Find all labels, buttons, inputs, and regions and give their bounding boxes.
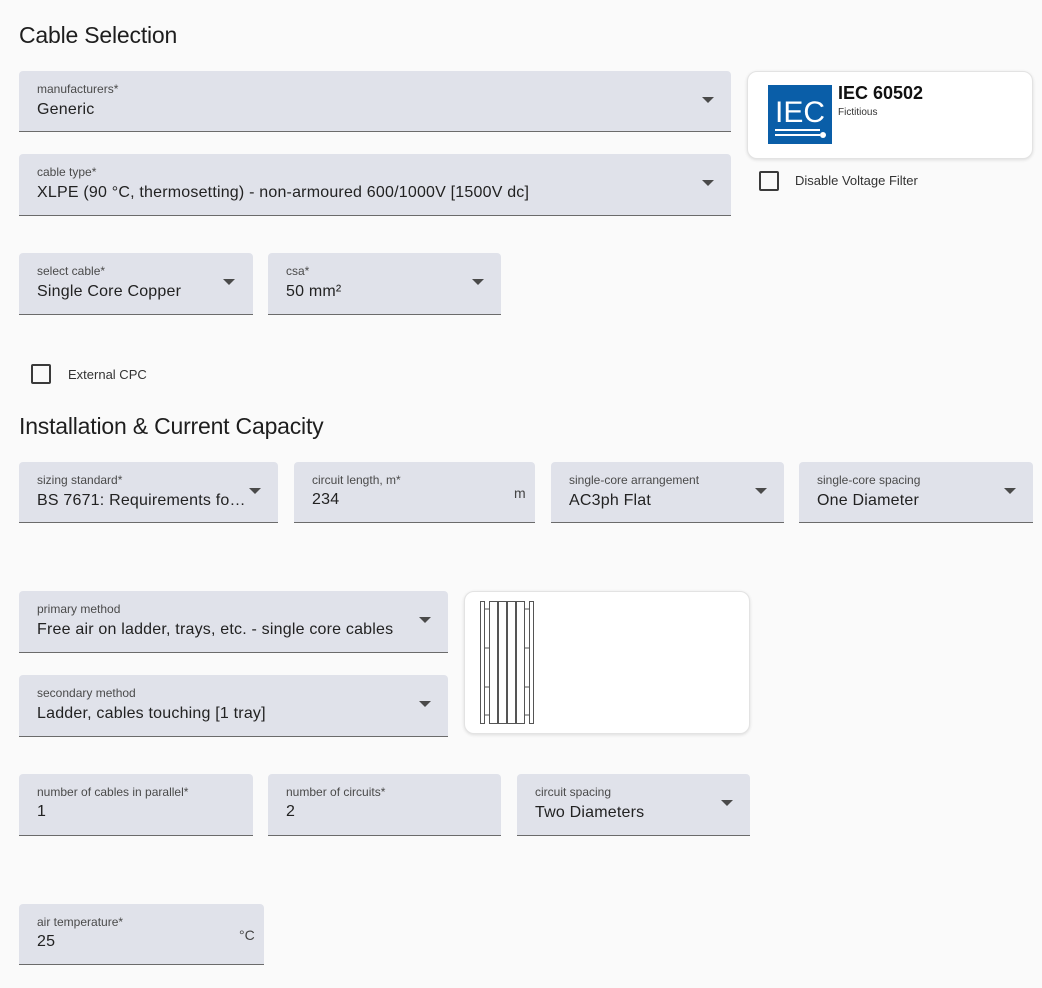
chevron-down-icon	[419, 617, 431, 623]
secondary-method-label: secondary method	[37, 686, 136, 700]
cables-in-parallel-label: number of cables in parallel*	[37, 785, 189, 799]
single-core-spacing-select[interactable]: single-core spacing One Diameter	[799, 462, 1033, 523]
manufacturers-label: manufacturers*	[37, 82, 119, 96]
circuit-spacing-select[interactable]: circuit spacing Two Diameters	[517, 774, 750, 836]
ladder-installation-icon	[479, 600, 539, 726]
single-core-spacing-value: One Diameter	[817, 492, 919, 509]
select-cable-label: select cable*	[37, 264, 106, 278]
disable-voltage-filter-label: Disable Voltage Filter	[795, 173, 918, 188]
single-core-arrangement-label: single-core arrangement	[569, 473, 700, 487]
csa-select[interactable]: csa* 50 mm²	[268, 253, 501, 315]
manufacturers-value: Generic	[37, 101, 95, 118]
external-cpc-checkbox[interactable]	[31, 364, 51, 384]
iec-logo-text: IEC	[775, 96, 825, 129]
primary-method-select[interactable]: primary method Free air on ladder, trays…	[19, 591, 448, 653]
primary-method-label: primary method	[37, 602, 121, 616]
number-of-circuits-label: number of circuits*	[286, 785, 386, 799]
sizing-standard-label: sizing standard*	[37, 473, 123, 487]
chevron-down-icon	[1004, 488, 1016, 494]
chevron-down-icon	[721, 800, 733, 806]
air-temperature-label: air temperature*	[37, 915, 124, 929]
chevron-down-icon	[249, 488, 261, 494]
disable-voltage-filter-checkbox[interactable]	[759, 171, 779, 191]
air-temperature-value: 25	[37, 933, 56, 950]
csa-label: csa*	[286, 264, 310, 278]
chevron-down-icon	[702, 97, 714, 103]
chevron-down-icon	[223, 279, 235, 285]
secondary-method-value: Ladder, cables touching [1 tray]	[37, 705, 266, 722]
select-cable-select[interactable]: select cable* Single Core Copper	[19, 253, 253, 315]
primary-method-value: Free air on ladder, trays, etc. - single…	[37, 621, 394, 638]
chevron-down-icon	[755, 488, 767, 494]
cable-type-select[interactable]: cable type* XLPE (90 °C, thermosetting) …	[19, 154, 731, 216]
select-cable-value: Single Core Copper	[37, 283, 182, 300]
installation-title: Installation & Current Capacity	[19, 413, 324, 439]
cable-type-label: cable type*	[37, 165, 97, 179]
number-of-circuits-value: 2	[286, 803, 296, 820]
csa-value: 50 mm²	[286, 283, 342, 300]
standard-subtitle: Fictitious	[838, 107, 878, 118]
installation-diagram-card	[464, 591, 750, 734]
chevron-down-icon	[472, 279, 484, 285]
iec-logo: IEC	[768, 85, 832, 144]
circuit-spacing-value: Two Diameters	[535, 804, 645, 821]
number-of-circuits-input[interactable]: number of circuits* 2	[268, 774, 501, 836]
chevron-down-icon	[702, 180, 714, 186]
sizing-standard-select[interactable]: sizing standard* BS 7671: Requirements f…	[19, 462, 278, 523]
circuit-length-unit: m	[514, 485, 526, 501]
air-temperature-input[interactable]: air temperature* 25 °C	[19, 904, 264, 965]
single-core-arrangement-select[interactable]: single-core arrangement AC3ph Flat	[551, 462, 784, 523]
sizing-standard-value: BS 7671: Requirements for Electrical Ins…	[37, 492, 249, 509]
air-temperature-unit: °C	[239, 927, 255, 943]
external-cpc-label: External CPC	[68, 367, 147, 382]
cables-in-parallel-input[interactable]: number of cables in parallel* 1	[19, 774, 253, 836]
standard-title: IEC 60502	[838, 83, 924, 103]
single-core-arrangement-value: AC3ph Flat	[569, 492, 652, 509]
cable-selection-title: Cable Selection	[19, 22, 178, 48]
cables-in-parallel-value: 1	[37, 803, 47, 820]
manufacturers-select[interactable]: manufacturers* Generic	[19, 71, 731, 132]
circuit-spacing-label: circuit spacing	[535, 785, 612, 799]
circuit-length-value: 234	[312, 491, 340, 508]
chevron-down-icon	[419, 701, 431, 707]
cable-type-value: XLPE (90 °C, thermosetting) - non-armour…	[37, 184, 530, 201]
secondary-method-select[interactable]: secondary method Ladder, cables touching…	[19, 675, 448, 737]
standard-card: IEC IEC 60502 Fictitious	[747, 71, 1033, 159]
single-core-spacing-label: single-core spacing	[817, 473, 921, 487]
circuit-length-input[interactable]: circuit length, m* 234 m	[294, 462, 535, 523]
circuit-length-label: circuit length, m*	[312, 473, 401, 487]
